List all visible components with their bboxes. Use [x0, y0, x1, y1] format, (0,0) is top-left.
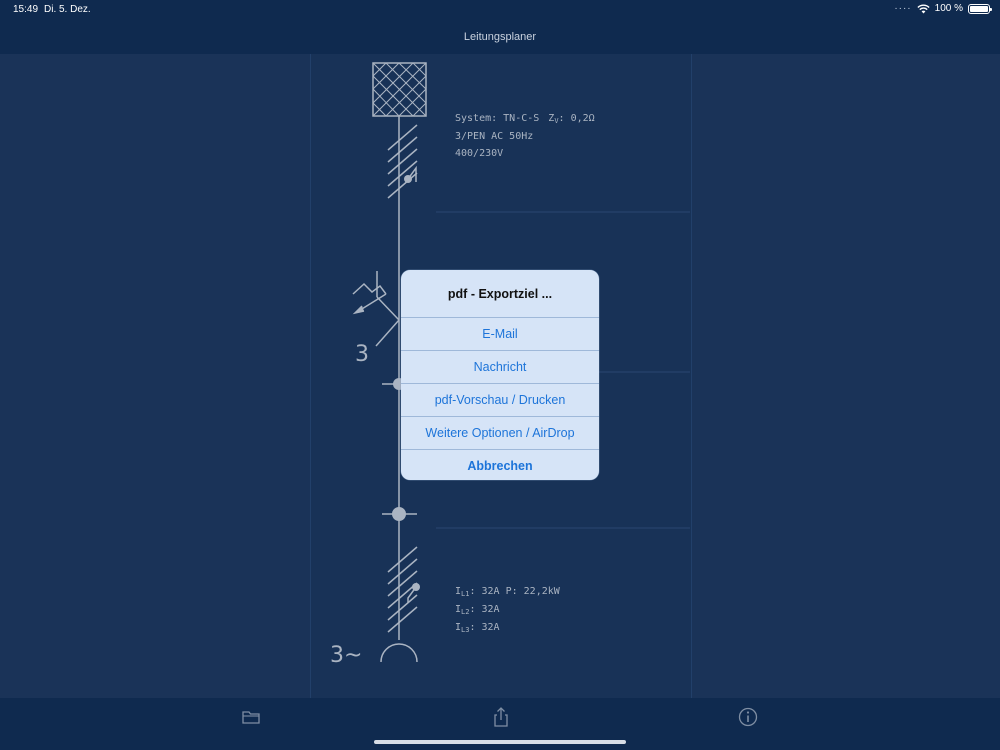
system-type-label: System: TN-C-S ZV: 0,2Ω: [455, 113, 595, 125]
breaker-poles-label: 3: [355, 342, 369, 367]
email-option-button[interactable]: E-Mail: [401, 317, 599, 350]
battery-icon: [968, 3, 992, 14]
share-icon[interactable]: [490, 706, 512, 728]
status-date: Di. 5. Dez.: [44, 4, 91, 15]
battery-percent: 100 %: [934, 3, 963, 14]
nav-bar: Leitungsplaner: [0, 20, 1000, 54]
motor-label: 3~: [330, 643, 362, 668]
load-current-l2: IL2: 32A: [455, 604, 500, 616]
home-indicator: [374, 740, 626, 744]
status-right: ···· 100 %: [894, 3, 992, 14]
info-icon[interactable]: [737, 706, 759, 728]
status-bar: 15:49 Di. 5. Dez. ···· 100 %: [0, 0, 1000, 20]
export-dialog: pdf - Exportziel ... E-Mail Nachricht pd…: [401, 270, 599, 480]
load-current-l1: IL1: 32A P: 22,2kW: [455, 586, 561, 598]
signal-icon: ····: [894, 3, 912, 14]
message-option-button[interactable]: Nachricht: [401, 350, 599, 383]
page-title: Leitungsplaner: [463, 31, 537, 43]
status-time: 15:49: [13, 4, 39, 15]
system-nominal-label: 400/230V: [455, 148, 503, 159]
system-voltage-label: 3/PEN AC 50Hz: [455, 131, 533, 142]
folder-icon[interactable]: [240, 706, 262, 728]
grid-supply-icon: [372, 62, 427, 117]
pdf-preview-print-button[interactable]: pdf-Vorschau / Drucken: [401, 383, 599, 416]
wifi-icon: [917, 4, 930, 13]
dialog-title: pdf - Exportziel ...: [447, 286, 553, 301]
more-options-airdrop-button[interactable]: Weitere Optionen / AirDrop: [401, 416, 599, 449]
load-current-l3: IL3: 32A: [455, 622, 500, 634]
cancel-button[interactable]: Abbrechen: [401, 449, 599, 480]
